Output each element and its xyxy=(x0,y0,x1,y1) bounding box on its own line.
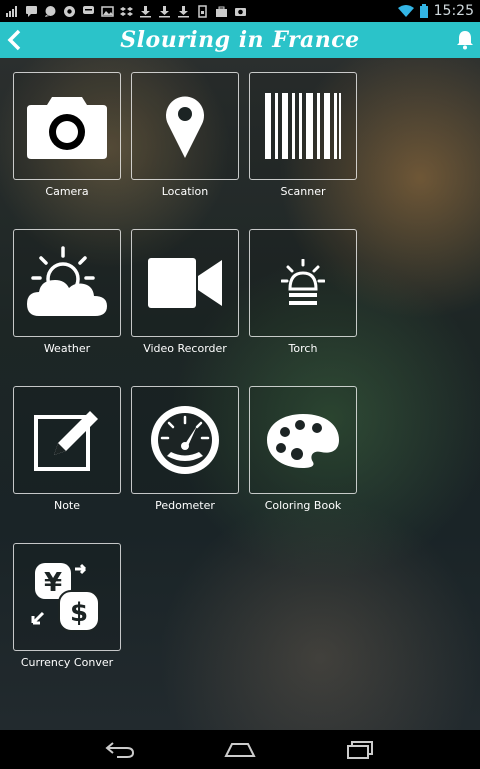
location-tile[interactable] xyxy=(131,72,239,180)
video-camera-icon xyxy=(148,258,222,308)
app-grid: Camera Location Scanner Weather Video Re… xyxy=(0,58,480,730)
signal-bars-icon xyxy=(6,5,17,17)
system-status: 15:25 xyxy=(397,3,480,19)
torch-icon xyxy=(281,259,325,305)
chevron-left-icon xyxy=(7,29,21,51)
barcode-icon xyxy=(265,93,341,159)
chat-icon xyxy=(45,5,56,17)
download-icon xyxy=(178,5,189,17)
video-recorder-tile[interactable] xyxy=(131,229,239,337)
back-button[interactable] xyxy=(0,22,30,58)
download-icon xyxy=(140,5,151,17)
scanner-tile[interactable] xyxy=(249,72,357,180)
camera-icon xyxy=(235,7,246,16)
weather-icon xyxy=(27,246,107,316)
briefcase-icon xyxy=(216,6,227,17)
tile-label-camera: Camera xyxy=(45,185,89,198)
dropbox-icon xyxy=(120,6,133,16)
note-edit-icon xyxy=(34,411,98,471)
tile-label-weather: Weather xyxy=(43,342,91,355)
nav-home-button[interactable] xyxy=(220,735,260,765)
tile-label-scanner: Scanner xyxy=(280,185,326,198)
status-bar: 15:25 xyxy=(0,0,480,22)
currency-icon: ¥ $ xyxy=(31,563,100,632)
currency-converter-tile[interactable]: ¥ $ xyxy=(13,543,121,651)
weather-tile[interactable] xyxy=(13,229,121,337)
back-icon xyxy=(105,741,135,758)
recent-apps-icon xyxy=(347,740,373,759)
sim-icon xyxy=(198,4,207,18)
tile-label-currency-converter: Currency Conver xyxy=(20,656,114,669)
speedometer-icon xyxy=(151,406,219,474)
wifi-icon xyxy=(397,4,414,17)
app-header: Slouring in France xyxy=(0,22,480,58)
system-nav-bar xyxy=(0,730,480,769)
coloring-book-tile[interactable] xyxy=(249,386,357,494)
chat-icon xyxy=(83,5,94,14)
svg-text:¥: ¥ xyxy=(44,568,62,598)
camera-icon xyxy=(27,97,107,159)
home-icon xyxy=(224,742,256,757)
chat-icon xyxy=(26,5,37,17)
image-icon xyxy=(101,5,114,17)
location-pin-icon xyxy=(166,96,204,158)
tile-label-video-recorder: Video Recorder xyxy=(143,342,227,355)
tile-label-note: Note xyxy=(53,499,81,512)
camera-tile[interactable] xyxy=(13,72,121,180)
tile-label-location: Location xyxy=(161,185,209,198)
clock: 15:25 xyxy=(433,3,474,19)
chrome-icon xyxy=(64,5,75,17)
battery-icon xyxy=(419,4,428,18)
download-icon xyxy=(159,5,170,17)
nav-back-button[interactable] xyxy=(100,735,140,765)
note-tile[interactable] xyxy=(13,386,121,494)
tile-label-pedometer: Pedometer xyxy=(155,499,215,512)
palette-icon xyxy=(267,414,339,468)
svg-text:$: $ xyxy=(70,598,88,628)
bell-icon xyxy=(457,31,473,50)
tile-label-coloring-book: Coloring Book xyxy=(264,499,342,512)
torch-tile[interactable] xyxy=(249,229,357,337)
notifications-button[interactable] xyxy=(450,22,480,58)
page-title: Slouring in France xyxy=(120,27,360,53)
tile-label-torch: Torch xyxy=(288,342,318,355)
pedometer-tile[interactable] xyxy=(131,386,239,494)
nav-recent-apps-button[interactable] xyxy=(340,735,380,765)
notification-icons xyxy=(0,4,247,18)
